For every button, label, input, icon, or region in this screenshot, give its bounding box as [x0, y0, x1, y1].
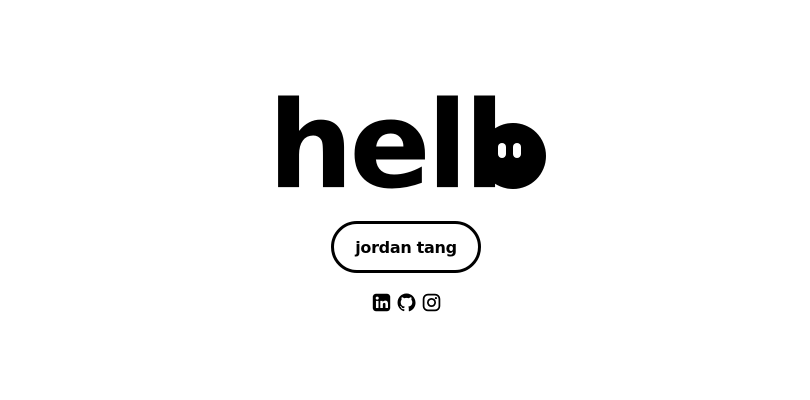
landing-page: hell jordan tang — [0, 0, 810, 400]
left-eye — [498, 143, 506, 158]
linkedin-icon — [372, 293, 390, 311]
instagram-icon — [422, 293, 440, 311]
github-link[interactable] — [396, 292, 416, 312]
name-button[interactable]: jordan tang — [331, 221, 481, 273]
linkedin-link[interactable] — [371, 292, 391, 312]
name-button-label: jordan tang — [355, 237, 457, 257]
instagram-link[interactable] — [421, 292, 441, 312]
face-o-icon — [480, 123, 546, 189]
right-eye — [513, 143, 521, 158]
hello-heading-text: hell — [268, 77, 505, 216]
github-icon — [397, 293, 416, 311]
social-links — [371, 292, 441, 312]
